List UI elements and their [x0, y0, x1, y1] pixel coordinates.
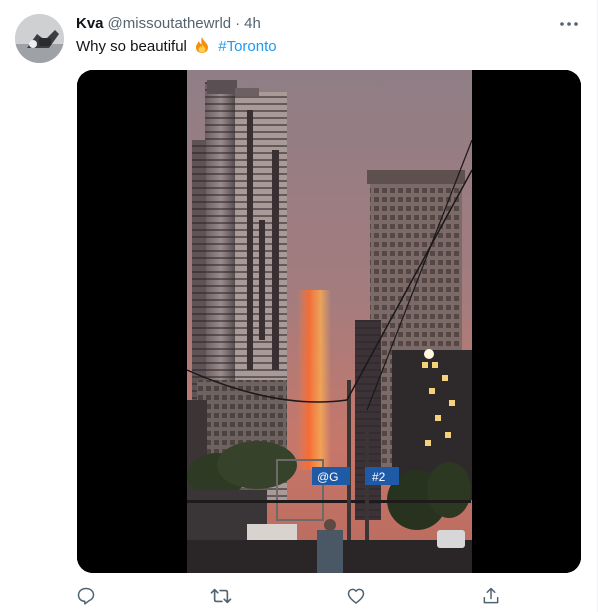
retweet-icon[interactable]	[210, 586, 232, 611]
display-name[interactable]: Kva	[76, 15, 104, 32]
timestamp[interactable]: 4h	[244, 15, 261, 32]
hashtag-link[interactable]: #Toronto	[218, 38, 276, 55]
avatar[interactable]	[15, 14, 64, 63]
avatar-image	[15, 14, 64, 63]
tweet-photo[interactable]: @G #2	[77, 70, 581, 573]
tweet-header: Kva @missoutathewrld · 4h	[76, 14, 537, 34]
tweet-actions	[76, 586, 500, 608]
tweet-body: Why so beautiful	[76, 38, 187, 55]
fire-emoji-icon	[193, 36, 211, 61]
like-icon[interactable]	[346, 586, 366, 611]
street-sign-text: @G	[317, 470, 339, 484]
reply-icon[interactable]	[76, 586, 96, 611]
street-sign-2-text: #2	[372, 470, 386, 484]
share-icon[interactable]	[481, 586, 501, 611]
more-options-icon[interactable]	[557, 14, 581, 34]
user-handle[interactable]: @missoutathewrld	[108, 15, 232, 32]
toronto-rainbow-photo: @G #2	[77, 70, 581, 573]
tweet-card[interactable]: Kva @missoutathewrld · 4h Why so beautiful …	[0, 0, 598, 612]
separator-dot: ·	[235, 15, 241, 32]
tweet-text: Why so beautiful #Toronto	[76, 36, 277, 61]
